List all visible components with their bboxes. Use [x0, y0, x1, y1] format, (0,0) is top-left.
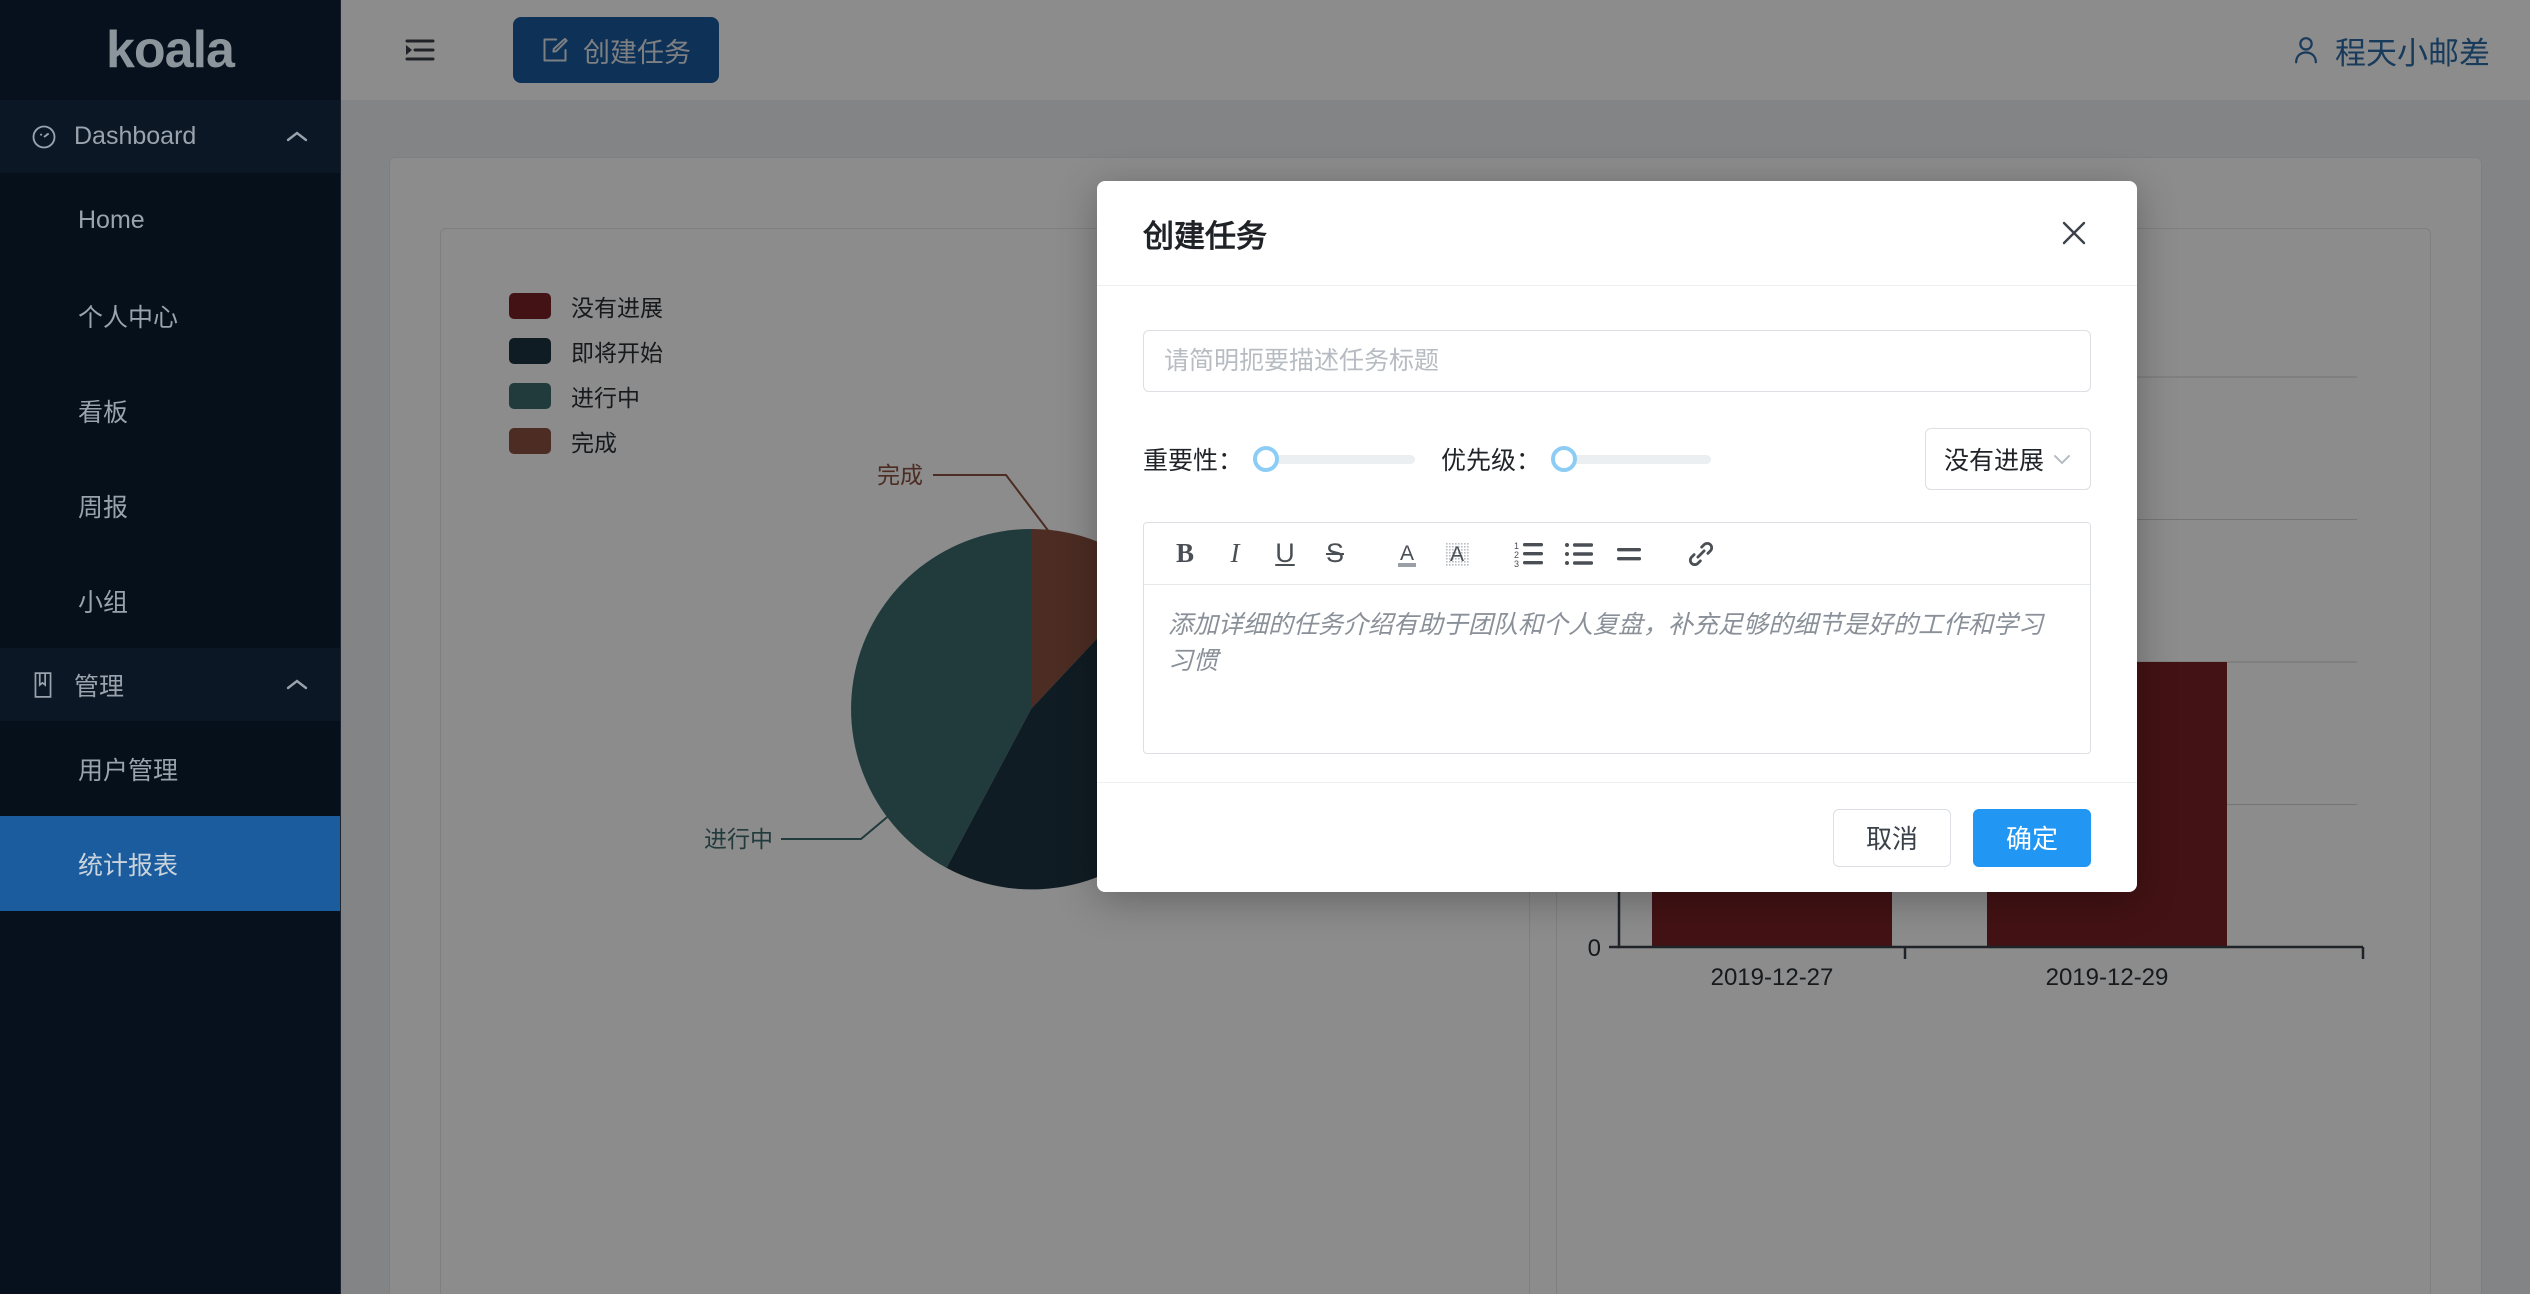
app-root: koala Dashboard Home 个人中心 看板 周报 小组 管理 用户… — [0, 0, 2530, 1294]
ordered-list-icon[interactable]: 1 2 3 — [1504, 529, 1554, 579]
task-description-input[interactable]: 添加详细的任务介绍有助于团队和个人复盘，补充足够的细节是好的工作和学习习惯 — [1144, 585, 2090, 753]
sidebar-item-kanban[interactable]: 看板 — [0, 363, 340, 458]
importance-label: 重要性： — [1143, 447, 1244, 475]
priority-slider[interactable] — [1551, 444, 1712, 474]
editor-toolbar: B I U S A A 1 2 3 — [1144, 523, 2090, 585]
task-status-select[interactable]: 没有进展 — [1924, 428, 2091, 490]
priority-label: 优先级： — [1441, 447, 1542, 475]
sidebar-group-label: 管理 — [74, 672, 125, 701]
description-editor: B I U S A A 1 2 3 添加详细的任务介绍有助于团队和个人复盘，补充… — [1143, 522, 2091, 754]
unordered-list-icon[interactable] — [1554, 529, 1604, 579]
cancel-button[interactable]: 取消 — [1832, 808, 1951, 867]
modal-body: 重要性： 优先级： 没有进展 — [1097, 286, 2137, 782]
highlight-color-icon[interactable]: A — [1432, 529, 1482, 579]
sidebar-item-home[interactable]: Home — [0, 173, 340, 268]
modal-header: 创建任务 — [1097, 181, 2137, 286]
svg-text:3: 3 — [1514, 559, 1519, 569]
sidebar-item-personal-center[interactable]: 个人中心 — [0, 268, 340, 363]
importance-slider[interactable] — [1253, 444, 1416, 474]
sidebar-item-user-management[interactable]: 用户管理 — [0, 721, 340, 816]
bold-icon[interactable]: B — [1160, 529, 1210, 579]
task-title-input[interactable] — [1143, 330, 2091, 392]
slider-handle[interactable] — [1253, 446, 1280, 472]
chevron-down-icon — [2052, 452, 2072, 466]
chevron-up-icon — [284, 677, 310, 693]
main-area: 创建任务 程天小邮差 没有进展 即将开始 进行中 完成 完成 进行中 0 201… — [341, 0, 2530, 1294]
modal-footer: 取消 确定 — [1097, 782, 2137, 892]
slider-handle[interactable] — [1551, 446, 1578, 472]
brand-logo: koala — [106, 21, 235, 79]
text-color-icon[interactable]: A — [1382, 529, 1432, 579]
create-task-modal: 创建任务 重要性： 优先级： — [1097, 181, 2137, 892]
task-status-select-value: 没有进展 — [1943, 447, 2044, 475]
sidebar-group-label: Dashboard — [74, 122, 197, 150]
sidebar-group-management[interactable]: 管理 — [0, 648, 340, 721]
sidebar-submenu-dashboard: Home 个人中心 看板 周报 小组 — [0, 173, 340, 648]
modal-title: 创建任务 — [1143, 218, 1267, 254]
align-icon[interactable] — [1604, 529, 1654, 579]
management-book-icon — [30, 671, 64, 699]
sidebar-item-weekly-report[interactable]: 周报 — [0, 458, 340, 553]
sidebar-submenu-management: 用户管理 统计报表 — [0, 721, 340, 911]
task-meta-row: 重要性： 优先级： 没有进展 — [1143, 428, 2091, 490]
close-x-icon[interactable] — [2057, 216, 2091, 250]
sidebar-item-statistics-report[interactable]: 统计报表 — [0, 816, 340, 911]
dashboard-gauge-icon — [30, 123, 64, 151]
svg-text:A: A — [1400, 542, 1414, 565]
italic-icon[interactable]: I — [1210, 529, 1260, 579]
sidebar: koala Dashboard Home 个人中心 看板 周报 小组 管理 用户… — [0, 0, 341, 1294]
svg-text:A: A — [1450, 543, 1464, 566]
chevron-up-icon — [284, 129, 310, 145]
confirm-button[interactable]: 确定 — [1972, 808, 2091, 867]
underline-icon[interactable]: U — [1260, 529, 1310, 579]
strikethrough-icon[interactable]: S — [1310, 529, 1360, 579]
sidebar-group-dashboard[interactable]: Dashboard — [0, 100, 340, 173]
sidebar-item-team[interactable]: 小组 — [0, 553, 340, 648]
link-icon[interactable] — [1676, 529, 1726, 579]
slider-track — [1255, 454, 1416, 464]
